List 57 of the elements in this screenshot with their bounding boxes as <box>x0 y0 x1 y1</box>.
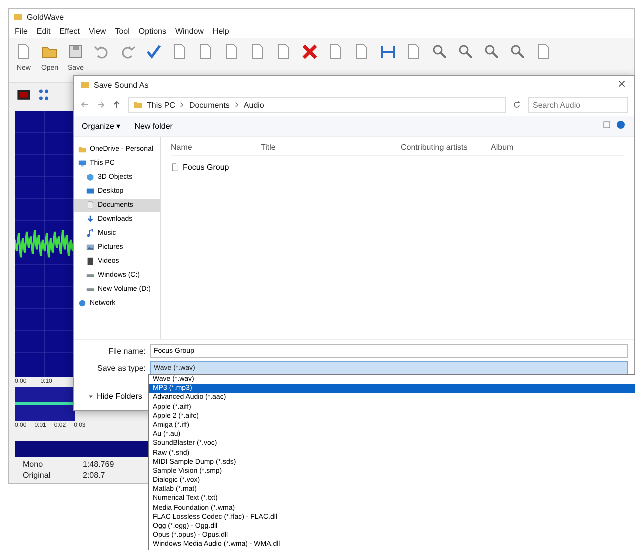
dialog-title: Save Sound As <box>94 80 149 90</box>
download-icon <box>86 215 95 224</box>
column-header[interactable]: Title <box>261 143 401 155</box>
column-header[interactable]: Name <box>171 143 261 155</box>
menu-item[interactable]: File <box>15 27 28 36</box>
documents-icon <box>86 201 95 210</box>
status-label: Original <box>23 471 52 480</box>
path-segment[interactable]: This PC <box>147 100 176 110</box>
forward-arrow-icon[interactable] <box>96 100 106 110</box>
menu-item[interactable]: Help <box>212 27 230 36</box>
folder-icon <box>133 100 143 110</box>
computer-icon <box>78 159 87 168</box>
menu-item[interactable]: Window <box>175 27 204 36</box>
network-icon <box>78 299 87 308</box>
hide-folders-button[interactable]: Hide Folders <box>88 392 142 401</box>
desktop-icon <box>86 187 95 196</box>
path-segment[interactable]: Audio <box>244 100 264 110</box>
refresh-icon[interactable] <box>512 100 522 110</box>
list-entry[interactable]: Focus Group <box>171 160 230 174</box>
record-icon[interactable] <box>15 88 33 102</box>
picture-icon <box>86 243 95 252</box>
status-value: 1:48.769 <box>83 460 116 469</box>
window-title: GoldWave <box>27 12 64 22</box>
column-header[interactable]: Contributing artists <box>401 143 491 155</box>
chevron-icon <box>179 102 186 108</box>
app-icon <box>80 80 90 90</box>
toolbar-button[interactable]: New folder <box>134 122 173 130</box>
field-label: File name: <box>108 346 146 356</box>
field-label: Save as type: <box>96 364 146 372</box>
waveform-drawing[interactable] <box>15 111 75 377</box>
menu-item[interactable]: View <box>89 27 106 36</box>
app-icon <box>13 12 23 22</box>
status-label: Mono <box>23 460 44 469</box>
menu-item[interactable]: Options <box>138 27 166 36</box>
back-arrow-icon[interactable] <box>80 100 90 110</box>
search-field[interactable]: Search Audio <box>528 97 628 113</box>
menu-item[interactable]: Tool <box>115 27 130 36</box>
music-note-icon <box>86 229 95 238</box>
menu-item[interactable]: Edit <box>36 27 51 36</box>
status-value: 2:08.7 <box>83 471 106 480</box>
chevron-icon <box>234 102 240 108</box>
film-icon <box>86 257 95 266</box>
grid-icon[interactable] <box>37 88 51 102</box>
path-segment[interactable]: Documents <box>189 100 230 110</box>
toolbar-button[interactable]: Organize ▾ <box>82 122 121 130</box>
folder-icon <box>78 145 87 154</box>
menu-item[interactable]: Effect <box>60 27 80 36</box>
up-arrow-icon[interactable] <box>112 100 122 110</box>
document-icon <box>171 162 180 172</box>
close-button[interactable] <box>616 80 628 90</box>
overview-waveform-drawing[interactable] <box>15 387 75 421</box>
column-header[interactable]: Album <box>491 143 551 155</box>
address-bar[interactable]: This PC Documents Audio <box>128 97 506 113</box>
cube-icon <box>86 173 95 182</box>
caret-icon <box>88 394 94 400</box>
close-icon <box>618 80 626 88</box>
help-icon[interactable] <box>616 120 626 130</box>
